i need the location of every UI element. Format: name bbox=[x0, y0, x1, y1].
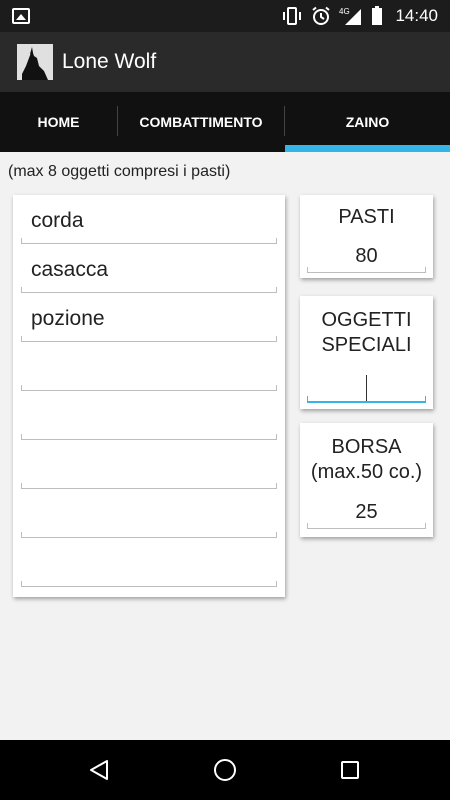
app-title: Lone Wolf bbox=[62, 50, 157, 73]
action-bar: Lone Wolf bbox=[0, 32, 450, 92]
backpack-hint: (max 8 oggetti compresi i pasti) bbox=[8, 163, 231, 180]
system-nav-bar bbox=[0, 740, 450, 800]
backpack-items-card: corda casacca pozione bbox=[13, 195, 285, 597]
backpack-content: (max 8 oggetti compresi i pasti) corda c… bbox=[0, 152, 450, 740]
special-items-field[interactable] bbox=[307, 369, 426, 403]
signal-icon: 4G bbox=[339, 7, 362, 25]
backpack-item-field[interactable]: casacca bbox=[21, 244, 277, 293]
special-items-label-line1: OGGETTI bbox=[321, 309, 412, 331]
gallery-notification-icon bbox=[12, 8, 30, 24]
purse-label: BORSA (max.50 co.) bbox=[300, 435, 433, 485]
wolf-logo-icon bbox=[17, 44, 53, 80]
vibrate-icon bbox=[283, 7, 302, 25]
special-items-label: OGGETTI SPECIALI bbox=[300, 308, 433, 358]
backpack-item-field[interactable] bbox=[21, 440, 277, 489]
purse-field[interactable]: 25 bbox=[307, 495, 426, 529]
meals-card: PASTI 80 bbox=[300, 195, 433, 278]
backpack-item-field[interactable]: pozione bbox=[21, 293, 277, 342]
purse-card: BORSA (max.50 co.) 25 bbox=[300, 423, 433, 537]
tab-combattimento[interactable]: COMBATTIMENTO bbox=[118, 92, 284, 152]
tab-home[interactable]: HOME bbox=[0, 92, 117, 152]
special-items-card: OGGETTI SPECIALI bbox=[300, 296, 433, 409]
status-time: 14:40 bbox=[395, 6, 438, 25]
backpack-item-field[interactable] bbox=[21, 489, 277, 538]
purse-label-line2: (max.50 co.) bbox=[310, 461, 423, 483]
backpack-item-field[interactable] bbox=[21, 391, 277, 440]
purse-label-line1: BORSA bbox=[331, 436, 402, 458]
back-icon[interactable] bbox=[84, 755, 114, 785]
status-bar: 4G 14:40 bbox=[0, 0, 450, 32]
status-icons: 4G 14:40 bbox=[281, 5, 438, 27]
selected-tab-indicator bbox=[285, 145, 450, 152]
tab-zaino[interactable]: ZAINO bbox=[285, 92, 450, 152]
meals-field[interactable]: 80 bbox=[307, 239, 426, 273]
battery-icon bbox=[372, 6, 383, 25]
recents-icon[interactable] bbox=[335, 755, 365, 785]
alarm-icon bbox=[312, 6, 331, 25]
text-cursor bbox=[366, 375, 367, 401]
meals-label: PASTI bbox=[338, 206, 395, 228]
backpack-item-field[interactable]: corda bbox=[21, 195, 277, 244]
tab-bar: HOME COMBATTIMENTO ZAINO bbox=[0, 92, 450, 152]
backpack-item-field[interactable] bbox=[21, 342, 277, 391]
special-items-label-line2: SPECIALI bbox=[321, 334, 412, 356]
backpack-item-field[interactable] bbox=[21, 538, 277, 587]
home-icon[interactable] bbox=[210, 755, 240, 785]
network-type-label: 4G bbox=[339, 7, 350, 16]
